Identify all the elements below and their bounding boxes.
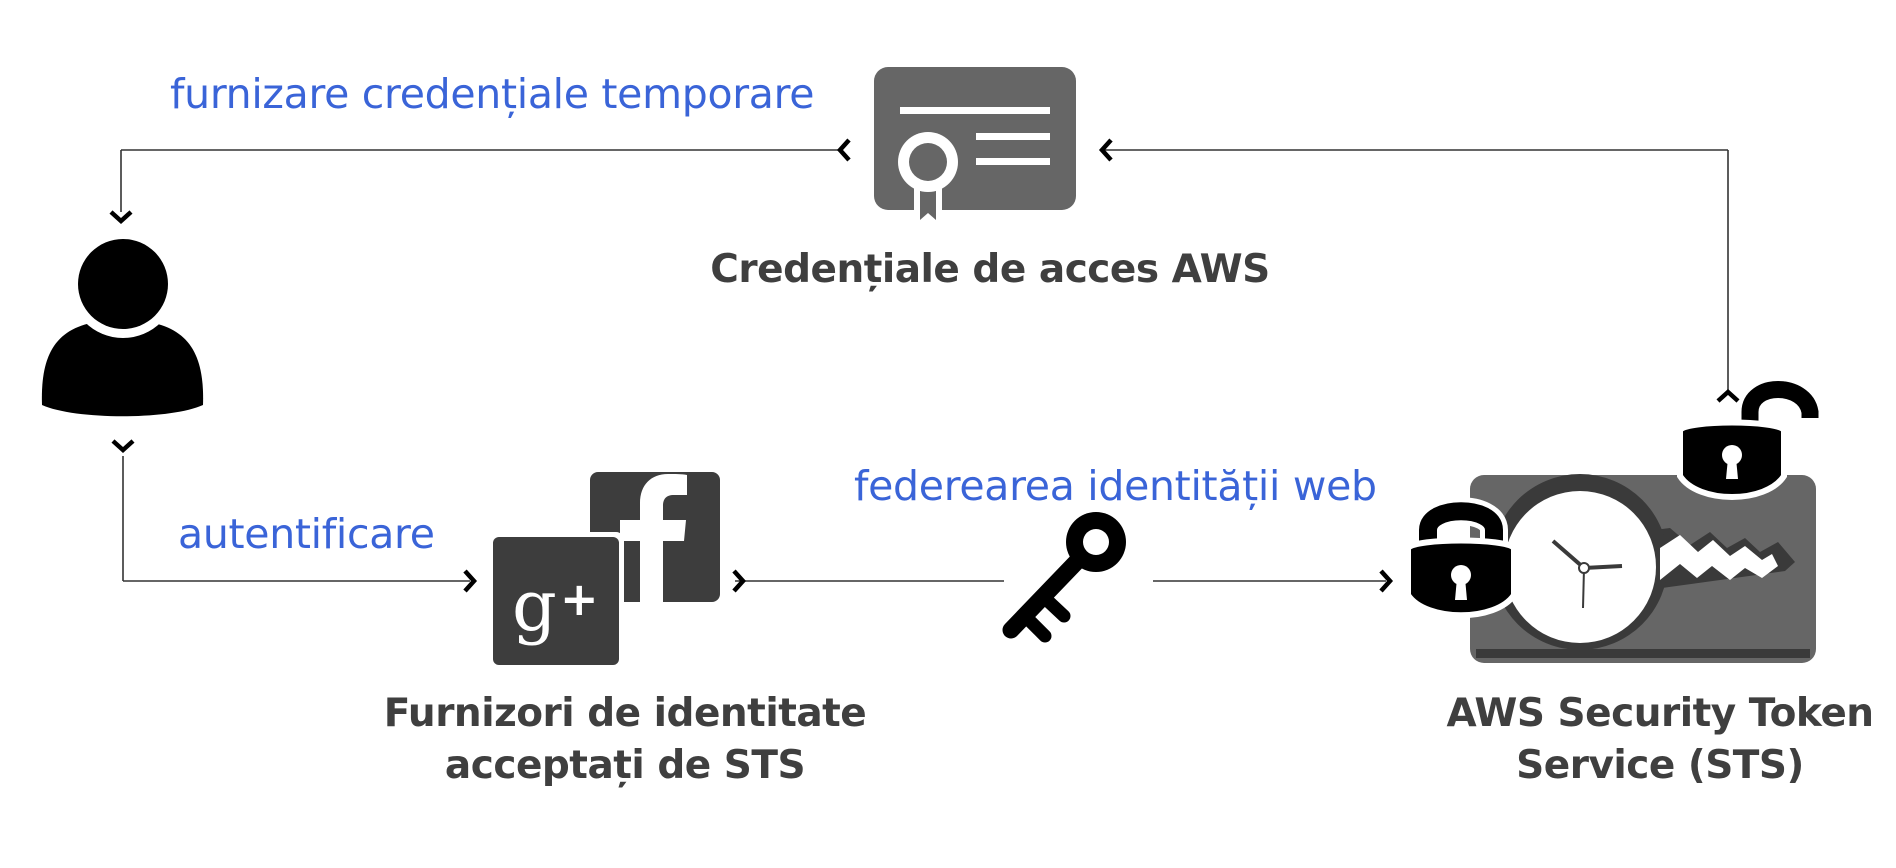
- padlock-icon: [1405, 497, 1517, 619]
- sts-token-icon: [1470, 474, 1816, 663]
- sts-line1: AWS Security Token: [1446, 691, 1874, 736]
- temp-credentials-label: furnizare credențiale temporare: [170, 70, 815, 118]
- arrowhead-left-credentials-out: [836, 138, 851, 162]
- web-identity-federation-label: federearea identității web: [854, 462, 1377, 510]
- user-icon: [41, 230, 204, 417]
- arrowhead-down-user: [111, 439, 135, 454]
- authentication-label: autentificare: [178, 510, 435, 558]
- aws-credentials-label: Credențiale de acces AWS: [700, 244, 1280, 296]
- google-plus-icon: g +: [488, 532, 624, 668]
- certificate-icon: [874, 67, 1076, 230]
- sts-label: AWS Security Token Service (STS): [1400, 688, 1896, 792]
- svg-text:g: g: [512, 565, 557, 647]
- sts-line2: Service (STS): [1516, 743, 1804, 788]
- identity-providers-line1: Furnizori de identitate: [383, 691, 867, 736]
- web-identity-federation-diagram: g + furnizare credențiale temporare aute…: [0, 0, 1896, 868]
- identity-providers-line2: acceptați de STS: [444, 743, 806, 788]
- key-icon: [1002, 512, 1126, 643]
- arrowhead-up-sts: [1716, 388, 1740, 403]
- aws-credentials-text: Credențiale de acces AWS: [710, 247, 1270, 292]
- identity-providers-label: Furnizori de identitate acceptați de STS: [355, 688, 895, 792]
- svg-text:+: +: [560, 572, 599, 626]
- arrowhead-down-user-top: [109, 210, 133, 225]
